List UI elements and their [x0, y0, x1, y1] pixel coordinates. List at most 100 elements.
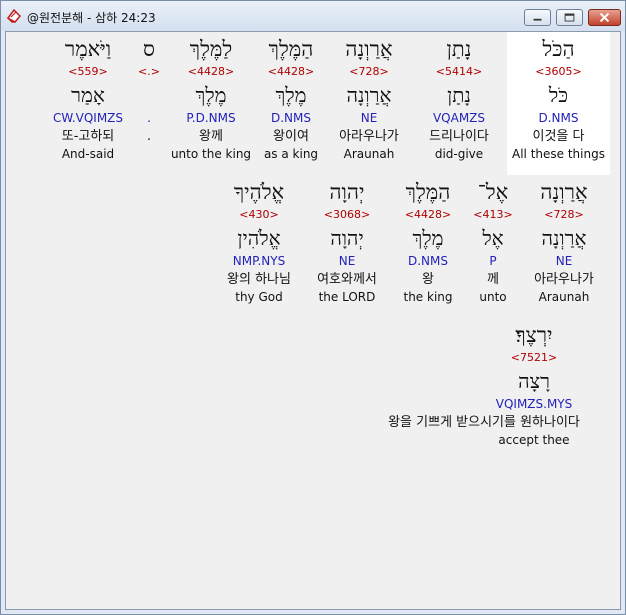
- lemma: מֶלֶךְ: [195, 83, 227, 107]
- hebrew-word: אֱלֹהֶיךָ: [233, 180, 285, 204]
- strong-number: <4428>: [404, 208, 452, 221]
- maximize-icon: [564, 13, 575, 22]
- strong-number: <728>: [544, 208, 584, 221]
- interlinear-view[interactable]: הַכֹּל <3605> כֹּל D.NMS 이것을 다 All these…: [5, 31, 621, 610]
- strong-number: <7521>: [510, 351, 558, 364]
- lemma: אָמַר: [71, 83, 105, 107]
- strong-number: <3068>: [323, 208, 371, 221]
- word-cell[interactable]: אֶל־ <413> אֶל P 께 unto: [464, 177, 522, 306]
- close-icon: [599, 12, 610, 23]
- hebrew-word: יְהוָה: [329, 180, 365, 204]
- title-bar[interactable]: @원전분해 - 삼하 24:23: [1, 1, 625, 31]
- parsing-code: D.NMS: [407, 254, 448, 268]
- korean-gloss: 여호와께서: [317, 272, 377, 287]
- lemma: אֲרַוְנָה: [346, 83, 392, 107]
- maximize-button[interactable]: [556, 9, 583, 26]
- hebrew-word: לַמֶּלֶךְ: [189, 37, 233, 61]
- english-gloss: unto the king: [170, 147, 252, 161]
- word-cell[interactable]: אֱלֹהֶיךָ <430> אֱלֹהִין NMP.NYS 왕의 하나님 …: [214, 177, 304, 306]
- english-gloss: the king: [403, 290, 453, 304]
- korean-gloss: 이것을 다: [532, 129, 585, 144]
- parsing-code: P: [489, 254, 497, 268]
- english-gloss: did-give: [434, 147, 484, 161]
- hebrew-word: יִרְצֶךָ׃: [515, 323, 553, 347]
- word-cell[interactable]: נָתַן <5414> נָתַן VQAMZS 드리나이다 did-give: [411, 34, 507, 163]
- hebrew-word: וַיֹּאמֶר: [64, 37, 112, 61]
- parsing-code: NMP.NYS: [232, 254, 286, 268]
- app-icon: [6, 8, 22, 23]
- lemma: [134, 80, 164, 110]
- hebrew-word: הַמֶּלֶךְ: [405, 180, 451, 204]
- strong-number: <4428>: [187, 65, 235, 78]
- korean-gloss: 왕께: [199, 129, 223, 144]
- app-window: @원전분해 - 삼하 24:23 הַכֹּל <3605> כֹּל D.NM…: [0, 0, 626, 615]
- hebrew-word: הַמֶּלֶךְ: [268, 37, 314, 61]
- korean-gloss: 왕: [422, 272, 434, 287]
- english-gloss: All these things: [512, 147, 605, 161]
- word-cell[interactable]: ס <.> . .: [134, 34, 164, 163]
- parsing-code: D.NMS: [270, 111, 311, 125]
- parsing-code: VQIMZS.MYS: [495, 397, 573, 411]
- strong-number: <5414>: [435, 65, 483, 78]
- hebrew-word: נָתַן: [446, 37, 472, 61]
- parsing-code: NE: [360, 111, 378, 125]
- word-cell[interactable]: יְהוָה <3068> יְהוָה NE 여호와께서 the LORD: [304, 177, 390, 306]
- strong-number: <.>: [138, 65, 160, 78]
- hebrew-word: הַכֹּל: [542, 37, 575, 61]
- word-cell[interactable]: הַמֶּלֶךְ <4428> מֶלֶךְ D.NMS 왕이여 as a k…: [254, 34, 328, 163]
- strong-number: <559>: [68, 65, 108, 78]
- parsing-code: NE: [555, 254, 573, 268]
- lemma: רָצָה: [518, 369, 550, 393]
- window-title: @원전분해 - 삼하 24:23: [27, 11, 156, 25]
- english-gloss: unto: [479, 290, 507, 304]
- word-cell[interactable]: הַמֶּלֶךְ <4428> מֶלֶךְ D.NMS 왕 the king: [390, 177, 466, 306]
- korean-gloss: 왕의 하나님: [227, 272, 291, 287]
- lemma: אֲרַוְנָה: [541, 226, 587, 250]
- parsing-code: VQAMZS: [432, 111, 486, 125]
- english-gloss: thy God: [235, 290, 283, 304]
- english-gloss: Araunah: [538, 290, 590, 304]
- parsing-code: D.NMS: [538, 111, 579, 125]
- strong-number: <413>: [473, 208, 513, 221]
- korean-gloss: 아라우나가: [534, 272, 594, 287]
- word-cell[interactable]: הַכֹּל <3605> כֹּל D.NMS 이것을 다 All these…: [507, 34, 610, 163]
- english-gloss: as a king: [263, 147, 319, 161]
- parsing-code: .: [147, 111, 151, 125]
- strong-number: <728>: [349, 65, 389, 78]
- hebrew-word: אֲרַוְנָה: [540, 180, 588, 204]
- parsing-code: NE: [338, 254, 356, 268]
- lemma: יְהוָה: [330, 226, 364, 250]
- korean-gloss: 께: [487, 272, 499, 287]
- lemma: מֶלֶךְ: [275, 83, 307, 107]
- word-cell[interactable]: יִרְצֶךָ׃ <7521> רָצָה VQIMZS.MYS 왕을 기쁘게…: [358, 320, 610, 449]
- english-gloss: accept thee: [498, 433, 570, 447]
- korean-gloss: .: [146, 129, 152, 144]
- korean-gloss: 아라우나가: [339, 129, 399, 144]
- english-gloss: Araunah: [343, 147, 395, 161]
- word-cell[interactable]: אֲרַוְנָה <728> אֲרַוְנָה NE 아라우나가 Araun…: [518, 177, 610, 306]
- minimize-button[interactable]: [524, 9, 551, 26]
- hebrew-word: אֲרַוְנָה: [345, 37, 393, 61]
- word-cell[interactable]: וַיֹּאמֶר <559> אָמַר CW.VQIMZS 또-고하되 An…: [42, 34, 134, 163]
- lemma: אֶל: [482, 226, 504, 250]
- korean-gloss: 드리나이다: [429, 129, 489, 144]
- english-gloss: [134, 146, 164, 163]
- strong-number: <4428>: [267, 65, 315, 78]
- parsing-code: P.D.NMS: [186, 111, 236, 125]
- lemma: מֶלֶךְ: [412, 226, 444, 250]
- strong-number: <430>: [239, 208, 279, 221]
- lemma: נָתַן: [447, 83, 471, 107]
- english-gloss: the LORD: [318, 290, 376, 304]
- minimize-icon: [533, 18, 542, 21]
- lemma: אֱלֹהִין: [237, 226, 281, 250]
- hebrew-word: אֶל־: [477, 180, 509, 204]
- strong-number: <3605>: [535, 65, 582, 78]
- hebrew-word: ס: [143, 37, 155, 61]
- close-button[interactable]: [588, 9, 621, 26]
- word-cell[interactable]: לַמֶּלֶךְ <4428> מֶלֶךְ P.D.NMS 왕께 unto …: [168, 34, 254, 163]
- parsing-code: CW.VQIMZS: [52, 111, 124, 125]
- korean-gloss: 또-고하되: [61, 129, 115, 144]
- word-cell[interactable]: אֲרַוְנָה <728> אֲרַוְנָה NE 아라우나가 Araun…: [324, 34, 414, 163]
- lemma: כֹּל: [548, 83, 569, 107]
- english-gloss: And-said: [61, 147, 115, 161]
